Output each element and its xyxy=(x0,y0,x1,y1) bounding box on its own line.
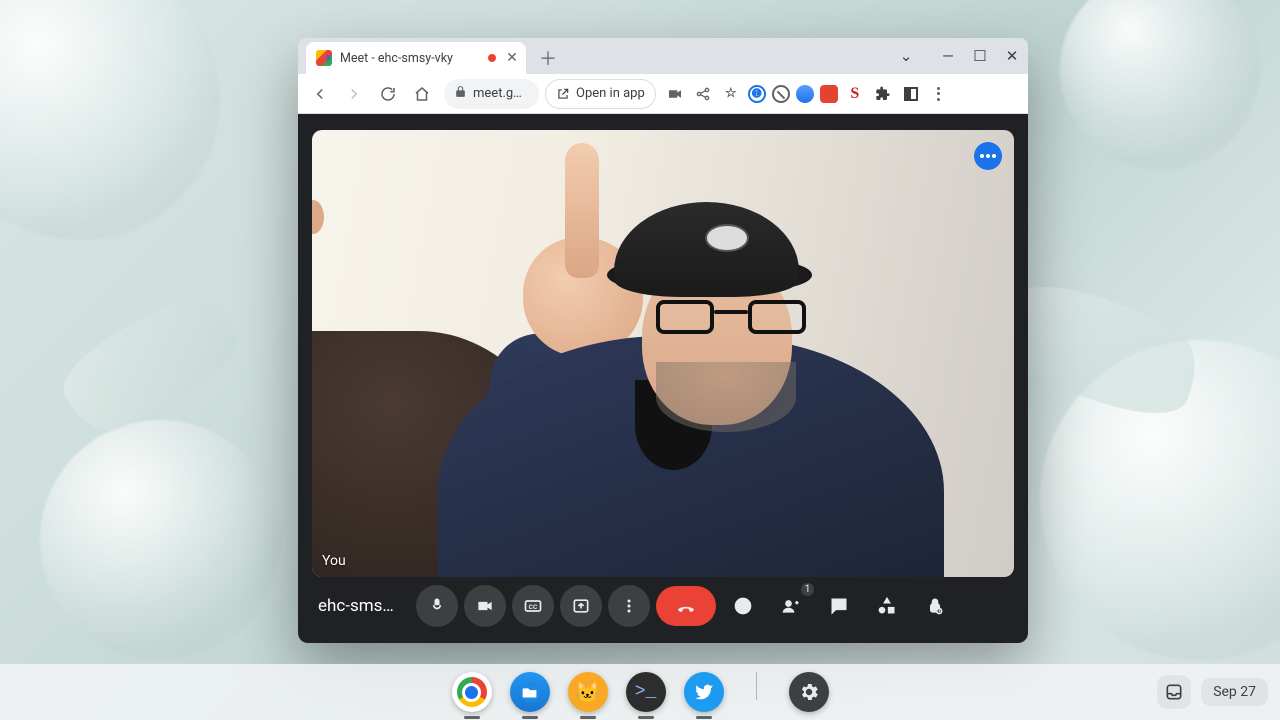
extension-blue-icon[interactable] xyxy=(796,85,814,103)
activities-button[interactable] xyxy=(866,585,908,627)
host-controls-button[interactable] xyxy=(914,585,956,627)
recording-indicator-icon xyxy=(488,54,496,62)
terminal-icon: >_ xyxy=(635,682,657,702)
home-button[interactable] xyxy=(406,78,438,110)
extensions-row: ☆ ➊ S xyxy=(664,83,950,105)
tab-title: Meet - ehc-smsy-vky xyxy=(340,51,480,66)
window-minimize-button[interactable]: — xyxy=(938,47,958,65)
leave-call-button[interactable] xyxy=(656,586,716,626)
chromeos-shelf: 🐱 >_ Sep 27 xyxy=(0,664,1280,720)
video-feed-placeholder xyxy=(312,130,1014,577)
shelf-app-chrome[interactable] xyxy=(452,672,492,712)
meet-viewport: You ehc-sms… CC 1 xyxy=(298,114,1028,643)
captions-button[interactable]: CC xyxy=(512,585,554,627)
tab-close-button[interactable]: ✕ xyxy=(504,50,520,66)
open-external-icon xyxy=(556,87,570,101)
chat-panel-button[interactable] xyxy=(818,585,860,627)
browser-toolbar: meet.g… Open in app ☆ ➊ S xyxy=(298,74,1028,114)
window-maximize-button[interactable]: ☐ xyxy=(970,47,990,65)
participant-count-badge: 1 xyxy=(799,581,816,598)
meet-favicon-icon xyxy=(316,50,332,66)
open-in-app-label: Open in app xyxy=(576,86,645,101)
extension-blocker-icon[interactable] xyxy=(772,85,790,103)
present-screen-button[interactable] xyxy=(560,585,602,627)
wallpaper-blob xyxy=(1060,0,1260,170)
svg-text:CC: CC xyxy=(529,603,538,611)
wallpaper-blob xyxy=(40,420,280,660)
lock-icon xyxy=(454,85,467,102)
meet-control-bar: ehc-sms… CC 1 xyxy=(312,577,1014,635)
shelf-app-files[interactable] xyxy=(510,672,550,712)
extensions-menu-button[interactable] xyxy=(872,83,894,105)
meeting-details-button[interactable] xyxy=(722,585,764,627)
tray-holding-space-button[interactable] xyxy=(1157,675,1191,709)
tile-more-button[interactable] xyxy=(974,142,1002,170)
more-options-button[interactable] xyxy=(608,585,650,627)
self-label: You xyxy=(322,553,346,569)
meeting-code: ehc-sms… xyxy=(318,596,410,616)
bookmark-star-button[interactable]: ☆ xyxy=(720,83,742,105)
mic-toggle-button[interactable] xyxy=(416,585,458,627)
shelf-app-terminal[interactable]: >_ xyxy=(626,672,666,712)
people-panel-button[interactable]: 1 xyxy=(770,585,812,627)
open-in-app-button[interactable]: Open in app xyxy=(545,79,656,109)
files-icon xyxy=(519,681,541,703)
shelf-app-orange[interactable]: 🐱 xyxy=(568,672,608,712)
browser-tab[interactable]: Meet - ehc-smsy-vky ✕ xyxy=(306,42,526,74)
chrome-icon xyxy=(457,677,487,707)
share-icon[interactable] xyxy=(692,83,714,105)
new-tab-button[interactable]: ＋ xyxy=(534,44,562,72)
shelf-divider xyxy=(756,672,757,700)
chrome-menu-button[interactable] xyxy=(928,83,950,105)
extension-1password-icon[interactable]: ➊ xyxy=(748,85,766,103)
url-text: meet.g… xyxy=(473,86,522,101)
video-tile-self[interactable]: You xyxy=(312,130,1014,577)
shelf-apps: 🐱 >_ xyxy=(452,672,829,712)
camera-permission-icon[interactable] xyxy=(664,83,686,105)
camera-toggle-button[interactable] xyxy=(464,585,506,627)
shelf-app-settings[interactable] xyxy=(789,672,829,712)
chrome-window: Meet - ehc-smsy-vky ✕ ＋ ⌄ — ☐ ✕ meet.g… … xyxy=(298,38,1028,643)
forward-button[interactable] xyxy=(338,78,370,110)
tab-strip: Meet - ehc-smsy-vky ✕ ＋ ⌄ — ☐ ✕ xyxy=(298,38,1028,74)
reload-button[interactable] xyxy=(372,78,404,110)
shelf-app-twitter[interactable] xyxy=(684,672,724,712)
back-button[interactable] xyxy=(304,78,336,110)
address-bar[interactable]: meet.g… xyxy=(444,79,539,109)
orange-app-icon: 🐱 xyxy=(575,680,600,704)
side-panel-button[interactable] xyxy=(900,83,922,105)
wallpaper-blob xyxy=(0,0,220,240)
window-close-button[interactable]: ✕ xyxy=(1002,47,1022,65)
tray-date[interactable]: Sep 27 xyxy=(1201,678,1268,706)
extension-s-icon[interactable]: S xyxy=(844,83,866,105)
system-tray[interactable]: Sep 27 xyxy=(1157,664,1268,720)
extension-todoist-icon[interactable] xyxy=(820,85,838,103)
twitter-icon xyxy=(693,681,715,703)
gear-icon xyxy=(798,681,820,703)
tab-search-button[interactable]: ⌄ xyxy=(896,47,916,65)
